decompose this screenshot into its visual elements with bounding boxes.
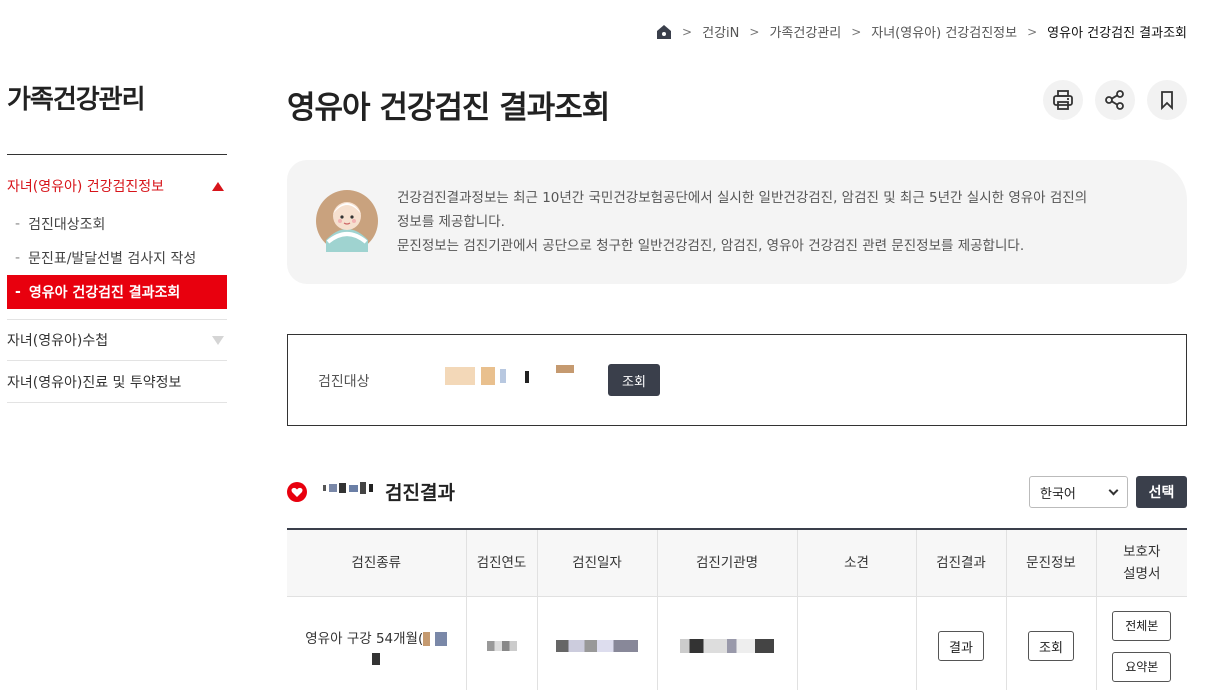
masked-date <box>372 653 380 665</box>
column-header-guardian: 보호자 설명서 <box>1096 529 1187 596</box>
table-row: 영유아 구강 54개월( 결과 조회 전체본 요약본 <box>287 596 1187 690</box>
masked-date <box>423 632 447 646</box>
result-title: 검진결과 <box>385 478 455 505</box>
column-header-line: 보호자 <box>1123 544 1160 560</box>
language-apply-button[interactable]: 선택 <box>1136 476 1187 508</box>
page-tools <box>1043 80 1187 120</box>
cell-questionnaire: 조회 <box>1006 596 1096 690</box>
breadcrumb-separator: > <box>682 25 692 39</box>
chevron-down-icon <box>1109 485 1119 495</box>
column-header: 검진종류 <box>287 529 466 596</box>
masked-child-name <box>323 481 393 495</box>
bookmark-icon <box>1156 89 1178 111</box>
sidebar-section-label: 자녀(영유아)수첩 <box>7 330 108 350</box>
search-panel: 검진대상 조회 <box>287 334 1187 426</box>
info-notice: 건강검진결과정보는 최근 10년간 국민건강보험공단에서 실시한 일반건강검진,… <box>287 160 1187 284</box>
result-header: 검진결과 <box>287 478 455 505</box>
sidebar-title: 가족건강관리 <box>7 79 145 116</box>
dash-icon: - <box>15 284 21 300</box>
cell-opinion <box>797 596 916 690</box>
column-header: 검진일자 <box>537 529 657 596</box>
full-document-button[interactable]: 전체본 <box>1112 611 1171 641</box>
breadcrumb-item-home[interactable]: 건강iN <box>702 22 739 41</box>
sidebar-item-questionnaire[interactable]: - 문진표/발달선별 검사지 작성 <box>7 241 227 275</box>
cell-institution <box>657 596 797 690</box>
info-line: 정보를 제공합니다. <box>397 210 1157 234</box>
sidebar-section-child-checkup[interactable]: 자녀(영유아) 건강검진정보 <box>7 172 227 200</box>
table-header-row: 검진종류 검진연도 검진일자 검진기관명 소견 검진결과 문진정보 보호자 설명… <box>287 529 1187 596</box>
language-select[interactable]: 한국어 <box>1029 476 1128 508</box>
print-button[interactable] <box>1043 80 1083 120</box>
view-result-button[interactable]: 결과 <box>938 631 984 661</box>
sidebar-item-label: 검진대상조회 <box>28 214 105 234</box>
cell-year <box>466 596 537 690</box>
sidebar-section-label: 자녀(영유아) 건강검진정보 <box>7 176 164 196</box>
search-button[interactable]: 조회 <box>608 364 660 396</box>
sidebar-item-label: 영유아 건강검진 결과조회 <box>29 282 180 302</box>
heart-icon <box>287 482 307 502</box>
sidebar-sub-list: - 검진대상조회 - 문진표/발달선별 검사지 작성 - 영유아 건강검진 결과… <box>7 207 227 309</box>
breadcrumb-separator: > <box>749 25 759 39</box>
cell-result: 결과 <box>916 596 1006 690</box>
breadcrumb-current: 영유아 건강검진 결과조회 <box>1047 22 1187 41</box>
sidebar-item-label: 문진표/발달선별 검사지 작성 <box>28 248 196 268</box>
breadcrumb-item-family[interactable]: 가족건강관리 <box>769 22 841 41</box>
cell-checkup-type: 영유아 구강 54개월( <box>287 596 466 690</box>
summary-document-button[interactable]: 요약본 <box>1112 652 1171 682</box>
language-select-value: 한국어 <box>1040 483 1076 502</box>
breadcrumb-item-child[interactable]: 자녀(영유아) 건강검진정보 <box>871 22 1017 41</box>
share-icon <box>1104 89 1126 111</box>
collapse-up-icon[interactable] <box>212 182 224 191</box>
info-line: 문진정보는 검진기관에서 공단으로 청구한 일반건강검진, 암검진, 영유아 건… <box>397 234 1157 258</box>
cell-guardian-doc: 전체본 요약본 <box>1096 596 1187 690</box>
sidebar-item-result-lookup[interactable]: - 영유아 건강검진 결과조회 <box>7 275 227 309</box>
expand-down-icon[interactable] <box>212 336 224 345</box>
column-header: 검진결과 <box>916 529 1006 596</box>
sidebar-divider <box>7 154 227 155</box>
bookmark-button[interactable] <box>1147 80 1187 120</box>
column-header: 소견 <box>797 529 916 596</box>
breadcrumb-separator: > <box>851 25 861 39</box>
column-header-line: 설명서 <box>1123 566 1160 582</box>
masked-year <box>487 641 517 651</box>
sidebar-section-handbook[interactable]: 자녀(영유아)수첩 <box>7 319 227 361</box>
sidebar-section-treatment[interactable]: 자녀(영유아)진료 및 투약정보 <box>7 361 227 403</box>
result-table: 검진종류 검진연도 검진일자 검진기관명 소견 검진결과 문진정보 보호자 설명… <box>287 528 1187 690</box>
column-header: 검진기관명 <box>657 529 797 596</box>
print-icon <box>1052 89 1074 111</box>
checkup-type-text: 영유아 구강 54개월( <box>305 631 423 647</box>
cell-date <box>537 596 657 690</box>
info-text: 건강검진결과정보는 최근 10년간 국민건강보험공단에서 실시한 일반건강검진,… <box>397 186 1157 258</box>
column-header: 문진정보 <box>1006 529 1096 596</box>
sidebar-menu: 자녀(영유아) 건강검진정보 - 검진대상조회 - 문진표/발달선별 검사지 작… <box>7 172 227 403</box>
sidebar-section-label: 자녀(영유아)진료 및 투약정보 <box>7 372 181 392</box>
info-line: 건강검진결과정보는 최근 10년간 국민건강보험공단에서 실시한 일반건강검진,… <box>397 186 1157 210</box>
dash-icon: - <box>15 216 20 232</box>
masked-institution <box>680 639 774 653</box>
breadcrumb-separator: > <box>1027 25 1037 39</box>
baby-avatar-icon <box>316 190 378 252</box>
column-header: 검진연도 <box>466 529 537 596</box>
search-target-label: 검진대상 <box>318 371 370 391</box>
masked-date <box>556 640 638 652</box>
share-button[interactable] <box>1095 80 1135 120</box>
sidebar-item-target-lookup[interactable]: - 검진대상조회 <box>7 207 227 241</box>
page-title: 영유아 건강검진 결과조회 <box>287 82 609 127</box>
view-questionnaire-button[interactable]: 조회 <box>1028 631 1074 661</box>
home-icon[interactable] <box>656 24 672 40</box>
dash-icon: - <box>15 250 20 266</box>
breadcrumb: > 건강iN > 가족건강관리 > 자녀(영유아) 건강검진정보 > 영유아 건… <box>656 22 1187 41</box>
